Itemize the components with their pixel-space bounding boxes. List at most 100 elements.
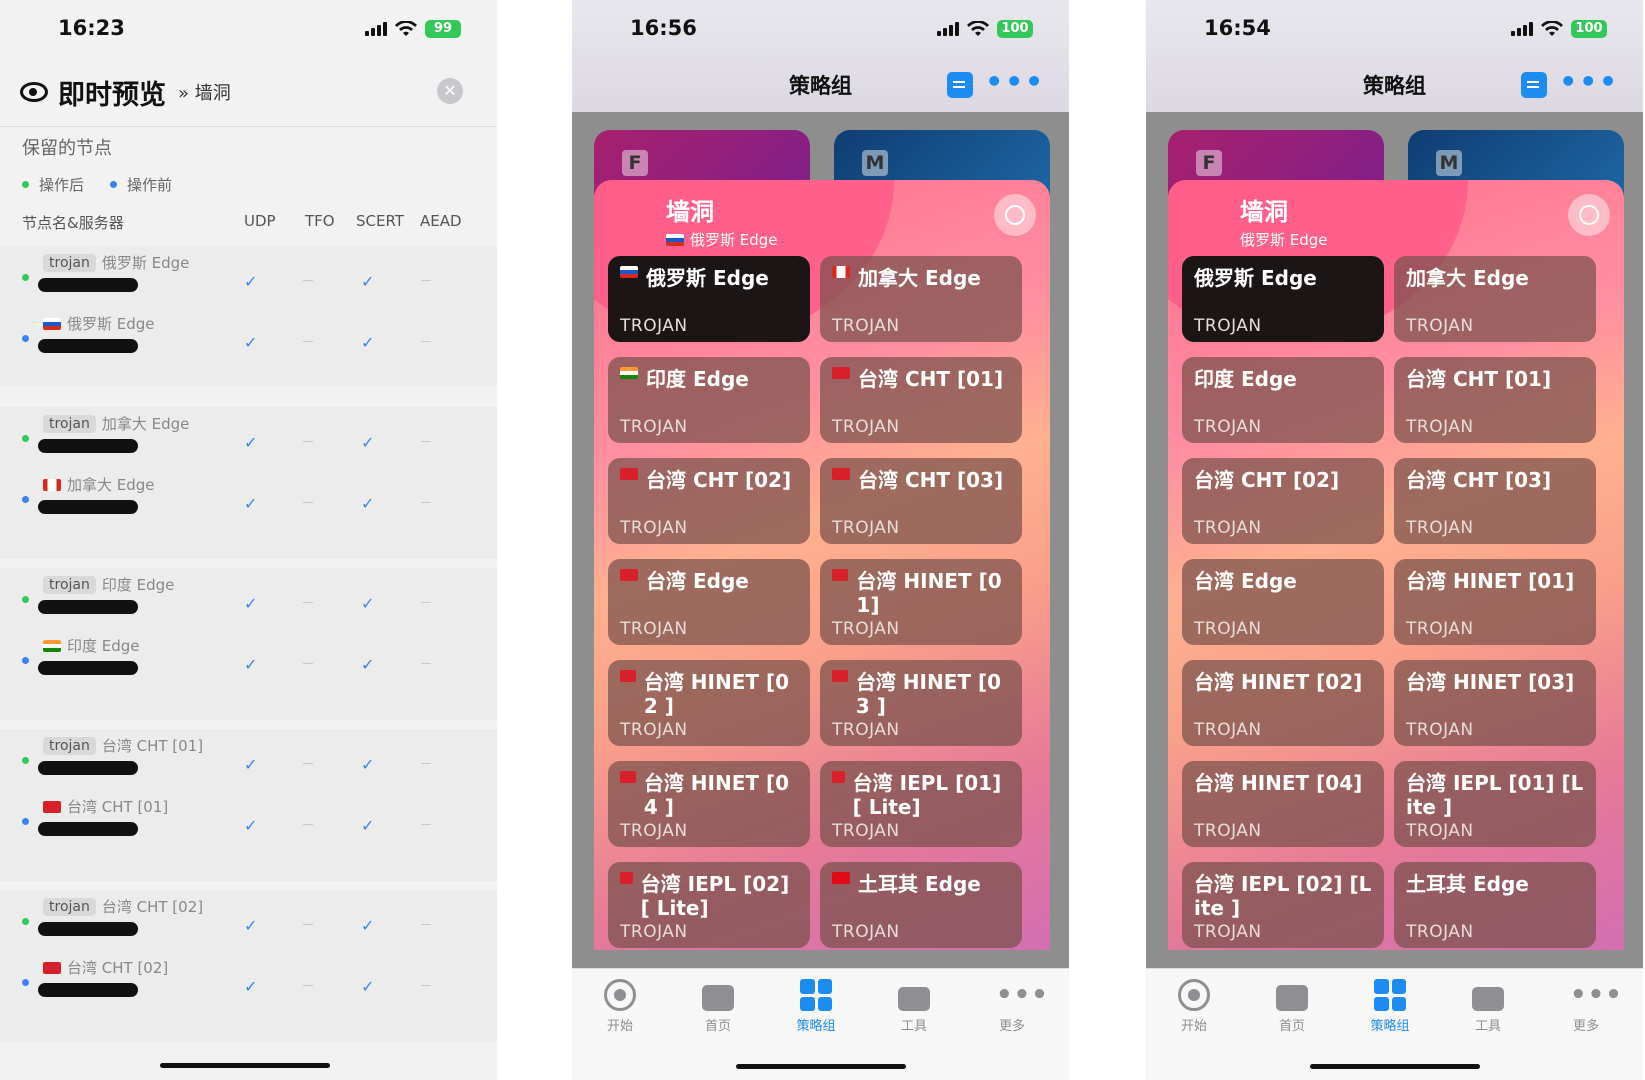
node-title: 台湾 HINET [04] [1194,771,1372,795]
proxy-node-card[interactable]: 台湾 IEPL [01] [Lite ] TROJAN [1394,761,1596,847]
close-button[interactable]: ✕ [437,78,463,104]
flag-icon [620,468,638,480]
check-icon: ✓ [361,272,375,291]
proxy-node-card[interactable]: 印度 Edge TROJAN [1182,357,1384,443]
tab-grid[interactable]: 策略组 [1350,979,1430,1034]
node-label: trojan 俄罗斯 Edge [43,252,189,273]
proxy-node-card[interactable]: 台湾 Edge TROJAN [1182,559,1384,645]
proxy-node-card[interactable]: 俄罗斯 Edge TROJAN [1182,256,1384,342]
node-name: 俄罗斯 Edge [646,266,769,290]
toolbox-icon [1472,987,1504,1011]
proxy-node-card[interactable]: 台湾 CHT [01] TROJAN [820,357,1022,443]
node-name: 台湾 IEPL [01] [Lite ] [1406,771,1584,819]
proxy-node-card[interactable]: 土耳其 Edge TROJAN [820,862,1022,948]
tab-record[interactable]: 开始 [1154,979,1234,1034]
node-name: 台湾 IEPL [02] [Lite ] [1194,872,1372,920]
policy-group-screen-flags: 16:56 100 策略组 ••• F M 墙洞 俄罗斯 Edge 俄罗斯 Ed… [572,0,1069,1080]
speedtest-icon[interactable] [994,194,1036,236]
more-icon[interactable]: ••• [985,68,1045,96]
proxy-node-card[interactable]: 台湾 CHT [03] TROJAN [820,458,1022,544]
proxy-node-card[interactable]: 台湾 HINET [01] TROJAN [820,559,1022,645]
proxy-node-card[interactable]: 台湾 IEPL [02] [Lite ] TROJAN [1182,862,1384,948]
proxy-node-card[interactable]: 台湾 IEPL [02] [ Lite] TROJAN [608,862,810,948]
node-row-after[interactable]: trojan 印度 Edge ✓ ✓ [0,568,497,628]
proxy-node-card[interactable]: 加拿大 Edge TROJAN [820,256,1022,342]
node-type: TROJAN [832,316,900,336]
flag-icon [620,367,638,379]
node-type: TROJAN [1194,922,1262,942]
proxy-node-card[interactable]: 俄罗斯 Edge TROJAN [608,256,810,342]
node-row-before[interactable]: 加拿大 Edge ✓ ✓ [0,468,497,528]
tab-toolbox[interactable]: 工具 [874,979,954,1034]
tab-more-dots[interactable]: ••• 更多 [972,979,1052,1034]
tab-stack[interactable]: 首页 [1252,979,1332,1034]
node-group: trojan 台湾 CHT [01] ✓ ✓ 台湾 CHT [01] ✓ ✓ [0,729,497,881]
node-type: TROJAN [1194,720,1262,740]
proxy-node-card[interactable]: 台湾 HINET [02 ] TROJAN [608,660,810,746]
protocol-tag: trojan [43,897,96,916]
proxy-node-card[interactable]: 台湾 CHT [02] TROJAN [1182,458,1384,544]
node-type: TROJAN [832,417,900,437]
document-icon[interactable] [947,72,973,98]
dash-icon [421,341,431,342]
node-row-after[interactable]: trojan 台湾 CHT [01] ✓ ✓ [0,729,497,789]
flag-icon [620,670,636,682]
node-row-before[interactable]: 印度 Edge ✓ ✓ [0,629,497,689]
flag-icon [666,233,684,246]
group-name: 墙洞 [666,198,714,226]
redacted-server [38,761,138,775]
proxy-node-card[interactable]: 加拿大 Edge TROJAN [1394,256,1596,342]
speedtest-icon[interactable] [1568,194,1610,236]
more-dots-icon: ••• [1570,980,1623,1010]
node-type: TROJAN [1194,417,1262,437]
node-row-before[interactable]: 台湾 CHT [02] ✓ ✓ [0,951,497,1011]
tab-bar: 开始 首页 策略组 工具 ••• 更多 [1146,968,1643,1080]
proxy-node-card[interactable]: 台湾 IEPL [01] [ Lite] TROJAN [820,761,1022,847]
tab-record[interactable]: 开始 [580,979,660,1034]
proxy-node-card[interactable]: 台湾 HINET [03] TROJAN [1394,660,1596,746]
page-title: 即时预览 [58,79,166,111]
tab-toolbox[interactable]: 工具 [1448,979,1528,1034]
node-title: 台湾 CHT [03] [832,468,1010,492]
preview-screen: 16:23 99 即时预览 » 墙洞 ✕ 保留的节点 操作后 操作前 节点名&服… [0,0,497,1080]
node-row-before[interactable]: 台湾 CHT [01] ✓ ✓ [0,790,497,850]
home-indicator [160,1063,330,1068]
proxy-node-card[interactable]: 台湾 HINET [02] TROJAN [1182,660,1384,746]
node-label: 印度 Edge [43,635,140,656]
proxy-node-card[interactable]: 台湾 HINET [03 ] TROJAN [820,660,1022,746]
proxy-node-card[interactable]: 台湾 CHT [01] TROJAN [1394,357,1596,443]
proxy-node-card[interactable]: 印度 Edge TROJAN [608,357,810,443]
node-title: 台湾 HINET [02 ] [620,670,798,718]
node-title: 台湾 Edge [1194,569,1372,593]
check-icon: ✓ [244,916,258,935]
check-icon: ✓ [361,494,375,513]
status-bar: 16:54 100 [1146,0,1643,60]
document-icon[interactable] [1521,72,1547,98]
node-name: 台湾 CHT [02] [67,959,169,977]
node-title: 台湾 CHT [03] [1406,468,1584,492]
redacted-server [38,983,138,997]
more-icon[interactable]: ••• [1559,68,1619,96]
proxy-node-card[interactable]: 台湾 Edge TROJAN [608,559,810,645]
proxy-node-card[interactable]: 台湾 CHT [02] TROJAN [608,458,810,544]
flag-icon [620,771,636,783]
node-type: TROJAN [1406,821,1474,841]
node-name: 台湾 HINET [03] [1406,670,1575,694]
tab-stack[interactable]: 首页 [678,979,758,1034]
proxy-node-card[interactable]: 台湾 HINET [04 ] TROJAN [608,761,810,847]
node-row-after[interactable]: trojan 加拿大 Edge ✓ ✓ [0,407,497,467]
proxy-node-card[interactable]: 土耳其 Edge TROJAN [1394,862,1596,948]
node-row-before[interactable]: 俄罗斯 Edge ✓ ✓ [0,307,497,367]
tab-grid[interactable]: 策略组 [776,979,856,1034]
flag-icon [832,367,850,379]
proxy-node-card[interactable]: 台湾 HINET [04] TROJAN [1182,761,1384,847]
node-row-after[interactable]: trojan 台湾 CHT [02] ✓ ✓ [0,890,497,950]
check-icon: ✓ [244,272,258,291]
proxy-node-card[interactable]: 台湾 HINET [01] TROJAN [1394,559,1596,645]
proxy-node-card[interactable]: 台湾 CHT [03] TROJAN [1394,458,1596,544]
node-type: TROJAN [832,922,900,942]
tab-label: 工具 [1474,1019,1501,1034]
node-name: 台湾 Edge [1194,569,1297,593]
node-row-after[interactable]: trojan 俄罗斯 Edge ✓ ✓ [0,246,497,306]
tab-more-dots[interactable]: ••• 更多 [1546,979,1626,1034]
